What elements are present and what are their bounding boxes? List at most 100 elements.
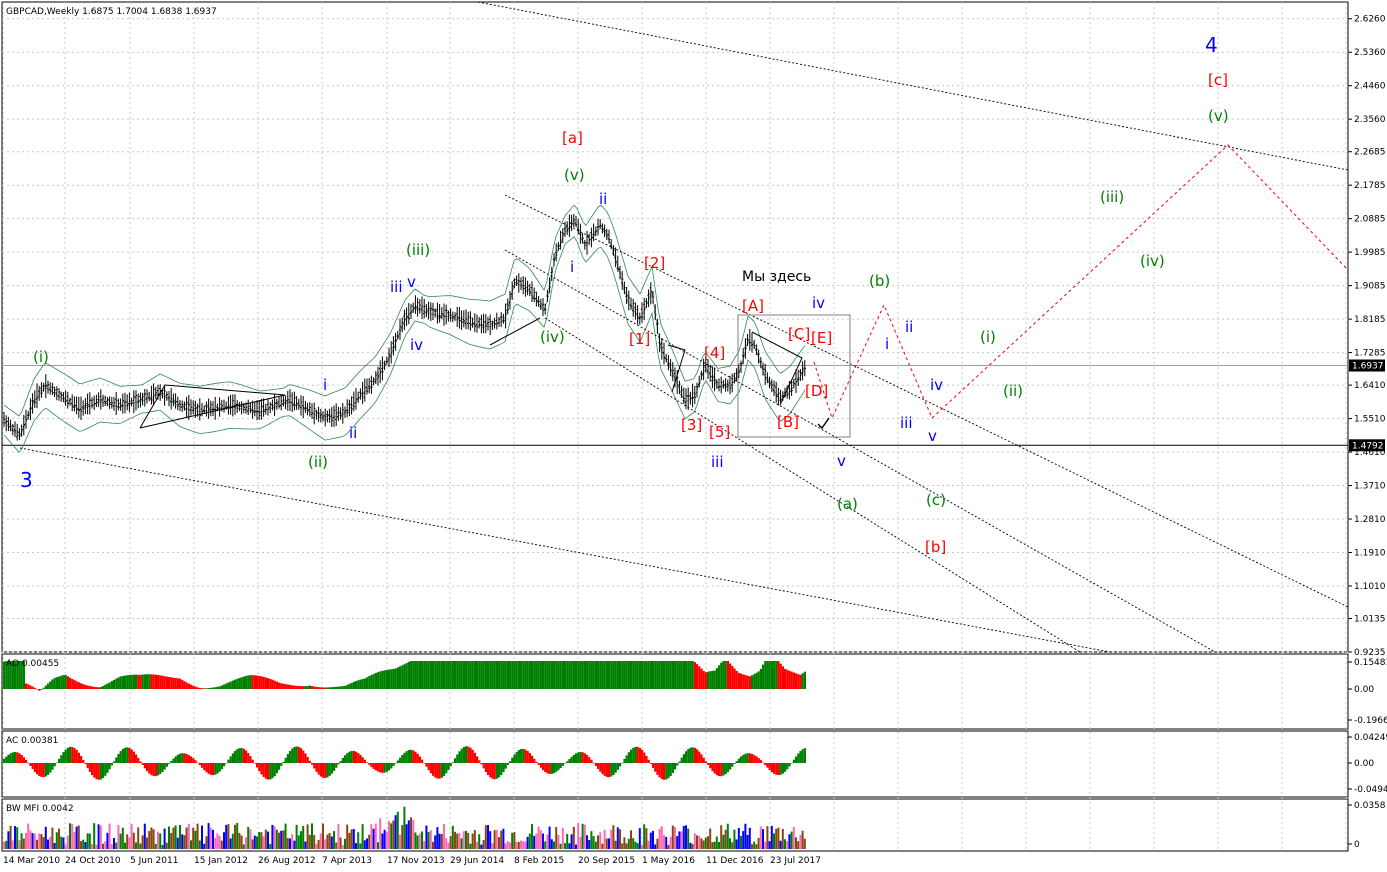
ao-bar (33, 687, 36, 689)
trading-chart[interactable]: 34[c](v)[a](v)ii(iii)iii viv(i)iii(ii)i(i… (0, 0, 1387, 872)
ao-bar (379, 671, 382, 689)
ac-bar (20, 754, 23, 763)
ac-bar (687, 748, 690, 763)
mfi-bar (53, 842, 56, 849)
mfi-bar (9, 825, 12, 849)
ac-bar (722, 763, 725, 776)
ac-bar (267, 763, 270, 780)
mfi-bar (328, 832, 331, 849)
ao-bar (168, 676, 171, 689)
mfi-bar (412, 819, 415, 849)
ac-bar (737, 758, 740, 763)
ac-bar (209, 763, 212, 775)
mfi-bar (564, 843, 566, 849)
mfi-bar (612, 825, 615, 849)
ao-bar (333, 686, 336, 689)
ac-bar (379, 763, 382, 773)
mfi-bar (762, 829, 764, 849)
ac-bar (658, 763, 661, 778)
mfi-bar (795, 837, 797, 849)
ao-bar (671, 661, 674, 689)
ao-bar (227, 682, 230, 689)
ac-bar (443, 763, 446, 776)
price-tick-label: 1.9085 (1354, 282, 1386, 292)
ao-bar (66, 676, 69, 689)
mfi-bar (603, 830, 606, 849)
ac-bar (731, 763, 734, 767)
mfi-bar (218, 835, 221, 849)
ac-bar (674, 763, 677, 770)
ao-bar (526, 661, 529, 689)
ao-bar (781, 666, 784, 689)
ao-bar (601, 661, 604, 689)
mfi-bar (515, 841, 518, 849)
mfi-bar (275, 829, 278, 849)
ao-bar (381, 670, 384, 689)
mfi-bar (181, 834, 184, 849)
ao-bar (614, 661, 617, 689)
ao-bar (231, 680, 234, 689)
mfi-bar (643, 824, 646, 849)
ao-bar (190, 684, 193, 689)
mfi-bar (62, 837, 65, 849)
ac-bar (280, 763, 283, 766)
mfi-bar (350, 829, 353, 849)
ao-bar (27, 684, 30, 689)
ao-bar (407, 661, 410, 689)
ac-bar (161, 763, 164, 772)
ac-bar (759, 760, 762, 763)
ao-bar (267, 678, 270, 689)
ao-bar (71, 678, 74, 689)
ao-bar (665, 661, 668, 689)
mfi-bar (537, 826, 540, 849)
ac-bar (302, 750, 305, 763)
ao-bar (581, 661, 584, 689)
ac-bar (667, 763, 670, 779)
ac-bar (711, 763, 714, 772)
ac-bar (423, 763, 426, 764)
ac-bar (544, 763, 547, 773)
mfi-bar (20, 833, 23, 849)
wave-label: (iv) (1140, 252, 1165, 270)
ac-bar (702, 757, 705, 763)
ac-bar (368, 763, 371, 765)
ao-bar (685, 661, 688, 689)
ao-bar (726, 661, 729, 689)
ao-bar (275, 681, 278, 689)
mfi-bar (570, 834, 573, 849)
wave-label: v (837, 452, 846, 470)
price-tick-label: 0.9235 (1354, 648, 1386, 658)
mfi-bar (273, 826, 276, 849)
mfi-bar (31, 833, 34, 849)
ao-bar (775, 661, 778, 689)
mfi-tick-label: 0 (1354, 840, 1360, 850)
ac-bar (196, 762, 199, 764)
ao-bar (291, 685, 294, 689)
mfi-bar (498, 837, 500, 849)
main-panel[interactable] (1, 1, 1349, 653)
ac-bar (491, 763, 494, 779)
mfi-bar (724, 829, 727, 849)
mfi-bar (284, 823, 287, 849)
ac-bar (73, 747, 76, 763)
mfi-bar (715, 836, 718, 849)
ac-bar (438, 763, 441, 779)
ac-bar (412, 750, 415, 763)
ac-bar (634, 746, 637, 763)
ac-bar (234, 750, 237, 763)
ac-bar (286, 754, 289, 763)
mfi-bar (685, 825, 687, 849)
ac-bar (190, 756, 193, 763)
price-tick-label: 2.1785 (1354, 181, 1386, 191)
ao-bar (339, 686, 342, 689)
ac-bar (110, 763, 113, 766)
ac-bar (5, 756, 8, 763)
ac-bar (751, 753, 754, 763)
mfi-bar (513, 832, 516, 849)
ao-bar (220, 685, 223, 689)
ac-bar (471, 749, 474, 763)
mfi-bar (73, 832, 76, 849)
mfi-bar (44, 826, 47, 849)
ac-bar (306, 757, 309, 763)
ao-bar (86, 685, 89, 689)
